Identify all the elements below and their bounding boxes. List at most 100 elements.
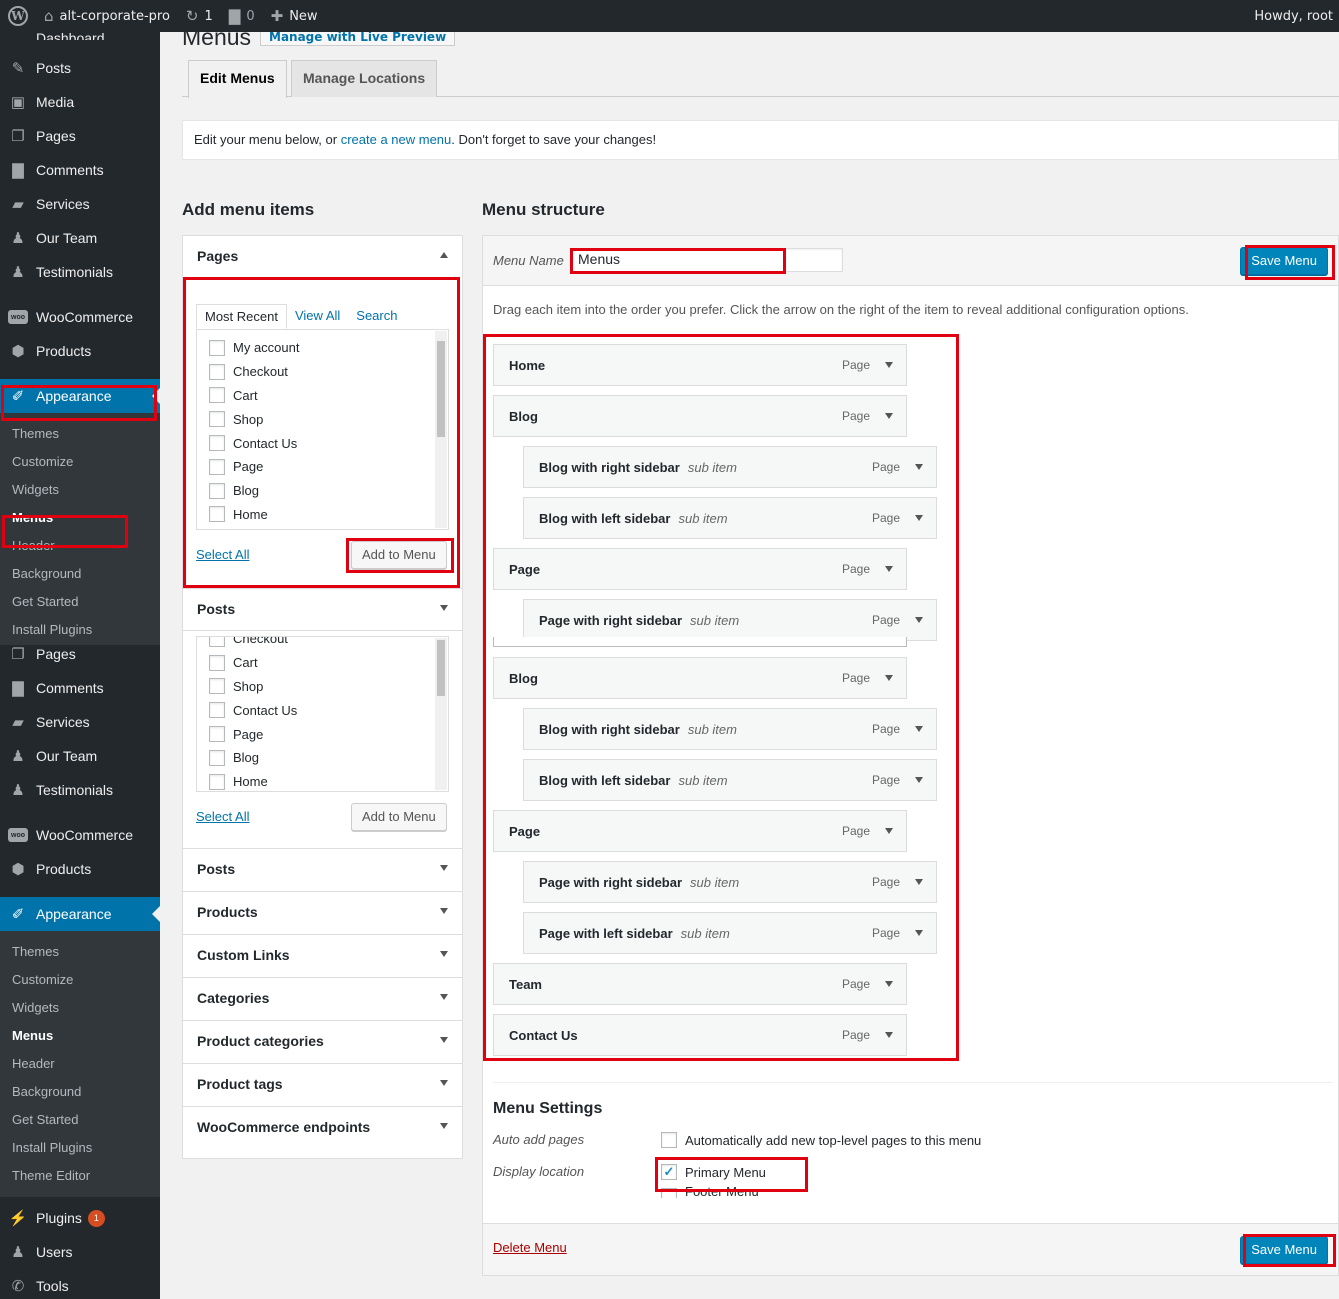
checkbox[interactable] xyxy=(209,435,225,452)
menu-item[interactable]: Page Page xyxy=(493,810,907,852)
chevron-up-icon[interactable] xyxy=(440,252,448,258)
list-item[interactable]: Page xyxy=(197,722,448,746)
sidebar-item-appearance[interactable]: ✐ Appearance xyxy=(0,379,160,413)
menu-item[interactable]: Page with right sidebar sub item Page xyxy=(523,861,937,903)
list-item[interactable]: Blog xyxy=(197,746,448,770)
add-to-menu-button[interactable]: Add to Menu xyxy=(351,541,447,569)
submenu-widgets[interactable]: Widgets xyxy=(0,476,160,504)
sidebar-item-plugins[interactable]: ⚡ Plugins 1 xyxy=(0,1201,160,1235)
sidebar-item-products[interactable]: ⬢ Products xyxy=(0,334,160,368)
checkbox[interactable] xyxy=(209,654,225,671)
list-item[interactable]: Contact Us xyxy=(197,698,448,722)
menu-item[interactable]: Contact Us Page xyxy=(493,1014,907,1056)
wp-logo-button[interactable]: W xyxy=(0,0,36,32)
tab-view-all[interactable]: View All xyxy=(287,304,348,329)
list-item[interactable]: Home xyxy=(197,770,448,791)
sidebar-item-users[interactable]: ♟ Users xyxy=(0,1235,160,1269)
menu-item[interactable]: Blog with left sidebar sub item Page xyxy=(523,497,937,539)
sidebar-item-pages-2[interactable]: ❐ Pages xyxy=(0,637,160,671)
select-all-link[interactable]: Select All xyxy=(196,547,249,562)
chevron-down-icon[interactable] xyxy=(915,777,923,783)
sidebar-item-woocommerce[interactable]: woo WooCommerce xyxy=(0,300,160,334)
select-all-link-posts[interactable]: Select All xyxy=(196,809,249,824)
tab-most-recent[interactable]: Most Recent xyxy=(196,304,287,329)
auto-add-checkbox[interactable] xyxy=(661,1132,677,1148)
auto-add-option[interactable]: Automatically add new top-level pages to… xyxy=(661,1132,981,1148)
sidebar-item-comments[interactable]: ▇ Comments xyxy=(0,153,160,187)
submenu-get-started[interactable]: Get Started xyxy=(0,588,160,616)
chevron-down-icon[interactable] xyxy=(885,828,893,834)
sidebar-item-appearance-2[interactable]: ✐ Appearance xyxy=(0,897,160,931)
list-item[interactable]: Cart xyxy=(197,384,448,408)
menu-item[interactable]: Blog Page xyxy=(493,395,907,437)
sidebar-item-our-team-2[interactable]: ♟ Our Team xyxy=(0,739,160,773)
new-content-link[interactable]: ✚ New xyxy=(263,0,326,32)
submenu-customize-2[interactable]: Customize xyxy=(0,966,160,994)
list-item[interactable]: Cart xyxy=(197,651,448,675)
chevron-down-icon[interactable] xyxy=(885,981,893,987)
checkbox[interactable] xyxy=(209,749,225,766)
tab-edit-menus[interactable]: Edit Menus xyxy=(188,60,287,98)
chevron-down-icon[interactable] xyxy=(440,605,448,611)
panel-posts[interactable]: Posts xyxy=(183,849,462,892)
sidebar-item-testimonials-2[interactable]: ♟ Testimonials xyxy=(0,773,160,807)
submenu-menus[interactable]: Menus xyxy=(0,504,160,532)
menu-item[interactable]: Blog with left sidebar sub item Page xyxy=(523,759,937,801)
sidebar-item-media[interactable]: ▣ Media xyxy=(0,85,160,119)
submenu-widgets-2[interactable]: Widgets xyxy=(0,994,160,1022)
submenu-theme-editor[interactable]: Theme Editor xyxy=(0,1162,160,1190)
list-item[interactable]: Shop xyxy=(197,407,448,431)
list-item[interactable]: Home xyxy=(197,503,448,527)
sidebar-item-our-team[interactable]: ♟ Our Team xyxy=(0,221,160,255)
checkbox[interactable] xyxy=(209,506,225,523)
sidebar-item-posts[interactable]: ✎ Posts xyxy=(0,51,160,85)
menu-item[interactable]: Blog with right sidebar sub item Page xyxy=(523,708,937,750)
chevron-down-icon[interactable] xyxy=(885,675,893,681)
menu-name-input[interactable]: Menus xyxy=(571,248,843,272)
posts-panel-header[interactable]: Posts xyxy=(183,589,462,631)
list-item[interactable]: Checkout xyxy=(197,637,448,651)
panel-woocommerce-endpoints[interactable]: WooCommerce endpoints xyxy=(183,1107,462,1150)
checkmark-icon[interactable]: ✓ xyxy=(661,1164,677,1180)
tab-search[interactable]: Search xyxy=(348,304,405,329)
menu-item[interactable]: Blog Page xyxy=(493,657,907,699)
chevron-down-icon[interactable] xyxy=(915,617,923,623)
menu-item[interactable]: Page with left sidebar sub item Page xyxy=(523,912,937,954)
submenu-install-plugins-2[interactable]: Install Plugins xyxy=(0,1134,160,1162)
list-item[interactable]: Shop xyxy=(197,675,448,699)
menu-item[interactable]: Home Page xyxy=(493,344,907,386)
chevron-down-icon[interactable] xyxy=(885,362,893,368)
chevron-down-icon[interactable] xyxy=(885,1032,893,1038)
panel-products[interactable]: Products xyxy=(183,892,462,935)
sidebar-item-comments-2[interactable]: ▇ Comments xyxy=(0,671,160,705)
submenu-header[interactable]: Header xyxy=(0,532,160,560)
checkbox[interactable] xyxy=(209,411,225,428)
site-name-link[interactable]: ⌂ alt-corporate-pro xyxy=(36,0,178,32)
pages-panel-header[interactable]: Pages xyxy=(183,236,462,278)
submenu-get-started-2[interactable]: Get Started xyxy=(0,1106,160,1134)
chevron-down-icon[interactable] xyxy=(915,464,923,470)
chevron-down-icon[interactable] xyxy=(915,879,923,885)
primary-menu-option[interactable]: ✓ Primary Menu xyxy=(661,1164,766,1180)
chevron-down-icon[interactable] xyxy=(915,930,923,936)
delete-menu-link[interactable]: Delete Menu xyxy=(493,1240,567,1255)
save-menu-button-bottom[interactable]: Save Menu xyxy=(1240,1236,1328,1264)
sidebar-item-services[interactable]: ▰ Services xyxy=(0,187,160,221)
list-item[interactable]: Contact Us xyxy=(197,431,448,455)
submenu-menus-2[interactable]: Menus xyxy=(0,1022,160,1050)
submenu-themes[interactable]: Themes xyxy=(0,420,160,448)
sidebar-item-services-2[interactable]: ▰ Services xyxy=(0,705,160,739)
account-menu[interactable]: Howdy, root xyxy=(1246,0,1339,32)
sidebar-item-dashboard[interactable]: ◔Dashboard xyxy=(0,32,160,40)
checkbox[interactable] xyxy=(209,637,225,647)
menu-item[interactable]: Page Page xyxy=(493,548,907,590)
list-item[interactable]: My account xyxy=(197,336,448,360)
chevron-down-icon[interactable] xyxy=(885,566,893,572)
sidebar-item-woocommerce-2[interactable]: woo WooCommerce xyxy=(0,818,160,852)
create-menu-link[interactable]: create a new menu xyxy=(341,132,452,147)
checkbox[interactable] xyxy=(209,339,225,356)
panel-product-tags[interactable]: Product tags xyxy=(183,1064,462,1107)
checkbox[interactable] xyxy=(209,363,225,380)
checkbox[interactable] xyxy=(209,773,225,790)
submenu-header-2[interactable]: Header xyxy=(0,1050,160,1078)
